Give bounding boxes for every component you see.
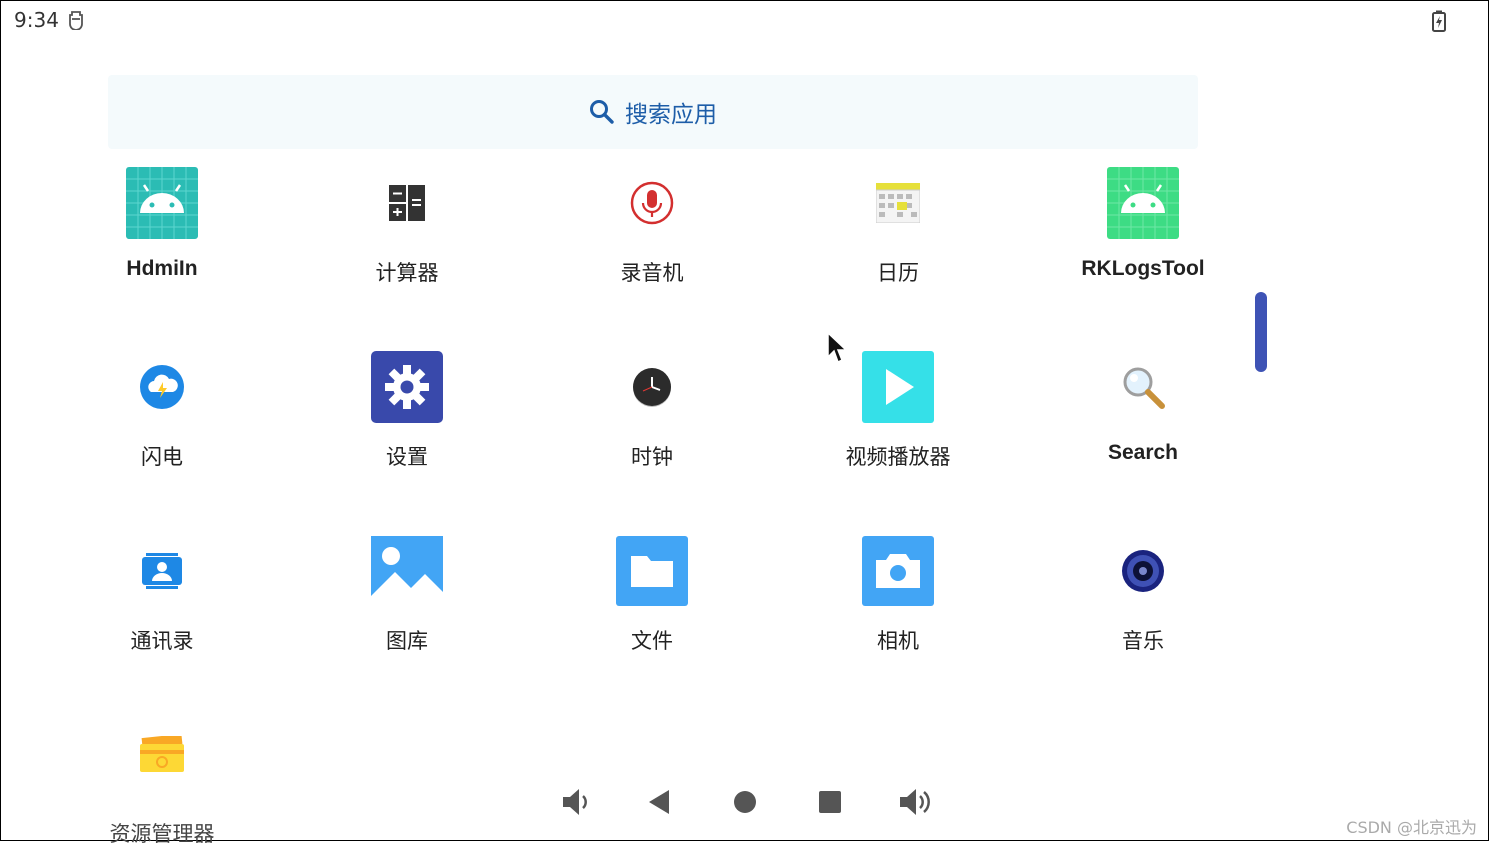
app-label: 通讯录: [130, 629, 194, 653]
folder-icon: [616, 535, 688, 607]
app-music[interactable]: 音乐: [1043, 535, 1243, 655]
app-label: 文件: [631, 629, 673, 653]
gallery-icon: [371, 535, 443, 607]
recents-icon: [819, 791, 841, 813]
app-gallery[interactable]: 图库: [307, 535, 507, 655]
search-icon: [590, 100, 614, 124]
app-label: RKLogsTool: [1081, 257, 1205, 280]
app-label: HdmiIn: [126, 257, 198, 280]
android-grid-icon: [126, 167, 198, 239]
app-hdmiin[interactable]: HdmiIn: [62, 167, 262, 281]
video-play-icon: [862, 351, 934, 423]
volume-down-button[interactable]: [554, 781, 596, 823]
app-contacts[interactable]: 通讯录: [62, 535, 262, 655]
file-manager-icon: [126, 718, 198, 790]
gear-icon: [371, 351, 443, 423]
back-icon: [649, 790, 669, 814]
app-label: 资源管理器: [109, 822, 215, 846]
calendar-icon: [862, 167, 934, 239]
watermark-text: CSDN @北京迅为: [1346, 818, 1477, 837]
home-icon: [734, 791, 756, 813]
app-label: 时钟: [631, 445, 673, 469]
android-icon: [1107, 167, 1179, 239]
app-files[interactable]: 文件: [552, 535, 752, 655]
app-label: Search: [1107, 441, 1179, 464]
app-label: 设置: [386, 445, 428, 469]
contacts-icon: [126, 535, 198, 607]
speaker-icon: [1107, 535, 1179, 607]
volume-up-button[interactable]: [894, 781, 936, 823]
magnifier-icon: [1107, 351, 1179, 423]
app-calendar[interactable]: 日历: [798, 167, 998, 287]
lightning-cloud-icon: [126, 351, 198, 423]
scrollbar-thumb[interactable]: [1255, 292, 1267, 372]
status-time: 9:34: [14, 8, 59, 32]
recents-button[interactable]: [809, 781, 851, 823]
search-placeholder: 搜索应用: [625, 102, 717, 128]
clock-icon: [616, 351, 688, 423]
app-lightning[interactable]: 闪电: [62, 351, 262, 471]
volume-down-icon: [563, 789, 587, 815]
app-label: 音乐: [1122, 629, 1164, 653]
usb-debug-icon: [69, 11, 83, 30]
app-camera[interactable]: 相机: [798, 535, 998, 655]
app-label: 相机: [877, 629, 919, 653]
app-search[interactable]: Search: [1043, 351, 1243, 465]
home-button[interactable]: [724, 781, 766, 823]
app-clock[interactable]: 时钟: [552, 351, 752, 471]
app-calculator[interactable]: 计算器: [307, 167, 507, 287]
app-label: 日历: [877, 261, 919, 285]
app-label: 视频播放器: [845, 445, 951, 469]
camera-icon: [862, 535, 934, 607]
microphone-icon: [616, 167, 688, 239]
app-video-player[interactable]: 视频播放器: [798, 351, 998, 471]
back-button[interactable]: [638, 781, 680, 823]
app-recorder[interactable]: 录音机: [552, 167, 752, 287]
calculator-icon: [371, 167, 443, 239]
app-label: 录音机: [620, 261, 684, 285]
app-label: 图库: [386, 629, 428, 653]
mouse-cursor-icon: [827, 331, 848, 364]
battery-charging-icon: [1432, 10, 1446, 32]
app-rklogstool[interactable]: RKLogsTool: [1043, 167, 1243, 281]
volume-up-icon: [900, 789, 930, 815]
search-apps-bar[interactable]: 搜索应用: [108, 75, 1198, 149]
app-label: 计算器: [375, 261, 439, 285]
app-label: 闪电: [141, 445, 183, 469]
app-settings[interactable]: 设置: [307, 351, 507, 471]
app-file-manager[interactable]: 资源管理器: [62, 718, 262, 848]
